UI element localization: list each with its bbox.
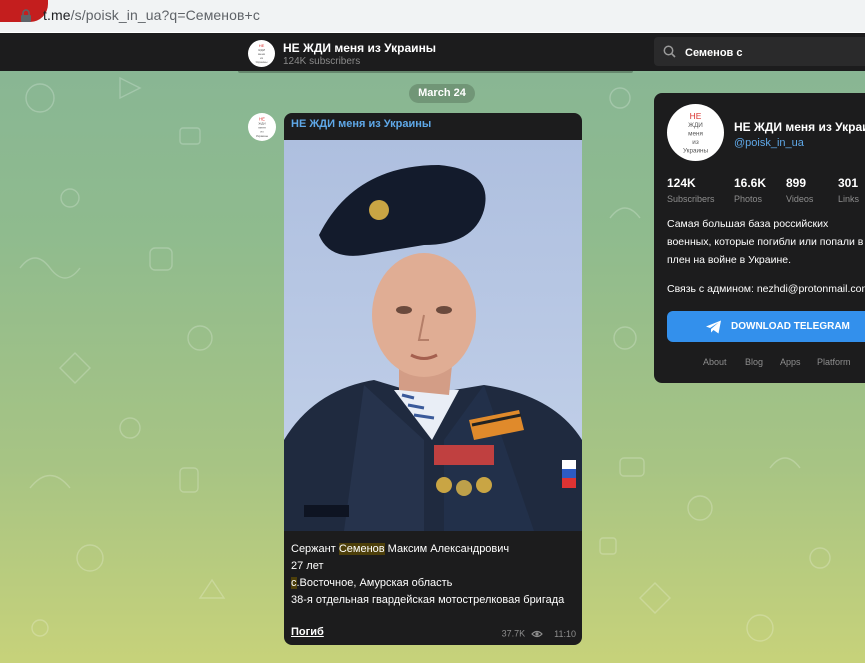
stat-label: Photos	[734, 194, 763, 204]
description-line: военных, которые погибли или попали в	[667, 236, 864, 248]
search-highlight: Семенов	[338, 543, 385, 555]
post-meta: 37.7K 11:10	[502, 628, 576, 639]
svg-text:Украины: Украины	[256, 60, 268, 64]
post-avatar[interactable]: НЕ ЖДИ меня из Украины	[248, 113, 276, 141]
post-time: 11:10	[554, 628, 576, 639]
card-handle[interactable]: @poisk_in_ua	[734, 137, 804, 149]
stat-value: 124K	[667, 176, 696, 190]
svg-text:Украины: Украины	[256, 134, 269, 138]
stat-label: Subscribers	[667, 194, 715, 204]
search-input[interactable]	[683, 43, 857, 62]
description-line: плен на войне в Украине.	[667, 254, 792, 266]
search-icon	[663, 45, 676, 58]
post-caption: Сержант Семенов Максим Александрович 27 …	[291, 541, 577, 609]
stat-value: 301	[838, 176, 859, 190]
footer-link-blog[interactable]: Blog	[745, 357, 763, 367]
url-text[interactable]: t.me/s/poisk_in_ua?q=Семенов+с	[43, 7, 260, 23]
browser-address-bar[interactable]: t.me/s/poisk_in_ua?q=Семенов+с	[0, 0, 865, 34]
subscriber-count: 124K subscribers	[283, 56, 361, 67]
caption-rank: Сержант	[291, 543, 339, 555]
svg-text:Украины: Украины	[683, 148, 709, 155]
url-path: /s/poisk_in_ua?q=Семенов+с	[70, 7, 260, 23]
date-separator: March 24	[409, 84, 475, 103]
stat-value: 16.6K	[734, 176, 767, 190]
channel-info-card: НЕ ЖДИ меня из Украины НЕ ЖДИ меня из Ук…	[654, 93, 865, 383]
svg-text:НЕ: НЕ	[690, 111, 702, 121]
stat-photos[interactable]: 16.6K Photos	[734, 176, 766, 204]
channel-title[interactable]: НЕ ЖДИ меня из Украины	[283, 41, 436, 55]
stat-videos[interactable]: 899 Videos	[786, 176, 813, 204]
channel-logo-large: НЕ ЖДИ меня из Украины	[683, 111, 709, 155]
stat-subscribers: 124K Subscribers	[667, 176, 715, 204]
stat-value: 899	[786, 176, 807, 190]
download-telegram-button[interactable]: DOWNLOAD TELEGRAM	[667, 311, 865, 342]
message-bubble: НЕ ЖДИ меня из Украины Сержант Семенов М…	[284, 113, 582, 645]
caption-line-rank-name: Сержант Семенов Максим Александрович	[291, 541, 577, 558]
post-photo[interactable]	[284, 140, 582, 531]
caption-unit: 38-я отдельная гвардейская мотострелкова…	[291, 594, 565, 606]
caption-full-name: Максим Александрович	[384, 543, 510, 555]
stat-links[interactable]: 301 Links	[838, 176, 859, 204]
channel-avatar[interactable]: НЕ ЖДИ меня из Украины	[248, 40, 275, 67]
caption-place: .Восточное, Амурская область	[296, 577, 453, 589]
stat-label: Videos	[786, 194, 814, 204]
status-link[interactable]: Погиб	[291, 626, 324, 638]
stat-label: Links	[838, 194, 860, 204]
caption-line-place: с.Восточное, Амурская область	[291, 575, 577, 592]
post-channel-name[interactable]: НЕ ЖДИ меня из Украины	[291, 118, 431, 130]
soldier-portrait	[284, 140, 582, 531]
header-shadow	[238, 71, 633, 73]
channel-logo-small: НЕ ЖДИ меня из Украины	[256, 116, 269, 138]
eye-icon	[530, 630, 543, 637]
channel-description: Самая большая база российских военных, к…	[667, 215, 865, 269]
card-avatar[interactable]: НЕ ЖДИ меня из Украины	[667, 104, 724, 161]
channel-logo: НЕ ЖДИ меня из Украины	[256, 43, 268, 64]
channel-header: НЕ ЖДИ меня из Украины НЕ ЖДИ меня из Ук…	[0, 33, 865, 71]
footer-link-apps[interactable]: Apps	[780, 357, 801, 367]
svg-text:ЖДИ: ЖДИ	[688, 122, 703, 129]
footer-link-about[interactable]: About	[703, 357, 727, 367]
view-count: 37.7K	[501, 628, 526, 639]
svg-text:из: из	[692, 139, 699, 146]
search-box[interactable]	[654, 37, 865, 66]
admin-contact: Связь с админом: nezhdi@protonmail.com	[667, 283, 865, 295]
caption-age: 27 лет	[291, 560, 324, 572]
card-title: НЕ ЖДИ меня из Украины	[734, 120, 865, 134]
telegram-plane-icon	[706, 320, 721, 334]
url-host: t.me	[43, 7, 71, 23]
description-line: Самая большая база российских	[667, 218, 829, 230]
download-label: DOWNLOAD TELEGRAM	[731, 321, 850, 332]
lock-icon	[21, 9, 31, 22]
footer-link-platform[interactable]: Platform	[817, 357, 851, 367]
svg-text:меня: меня	[688, 131, 703, 138]
